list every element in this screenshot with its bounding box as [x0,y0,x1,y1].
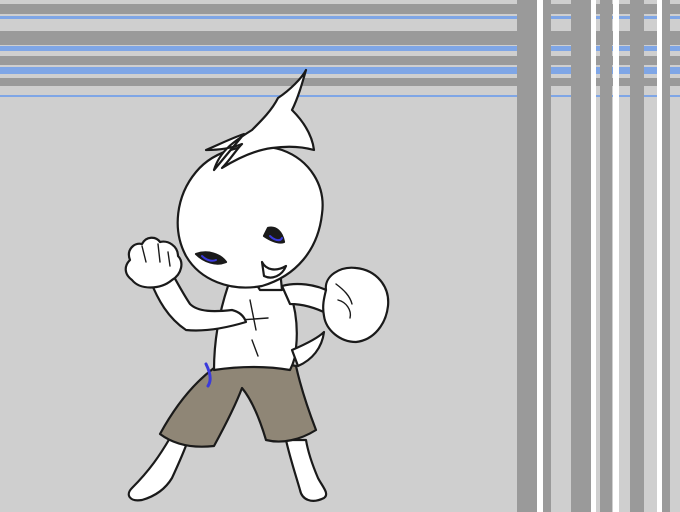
artwork-canvas [0,0,680,512]
left-fist [124,236,183,289]
sketch-illustration [0,0,680,512]
right-fist [322,266,390,344]
